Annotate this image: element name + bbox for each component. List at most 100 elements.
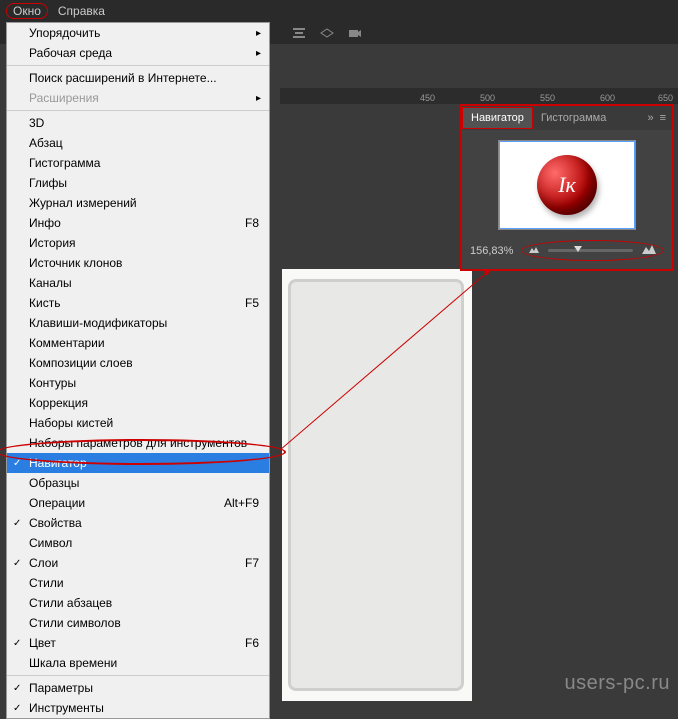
menu-label: Каналы xyxy=(29,276,72,290)
menu-info[interactable]: Инфо F8 xyxy=(7,213,269,233)
menu-tools[interactable]: Инструменты xyxy=(7,698,269,718)
menu-label: Инфо xyxy=(29,216,61,230)
menu-notes[interactable]: Комментарии xyxy=(7,333,269,353)
menu-tool-presets[interactable]: Наборы параметров для инструментов xyxy=(7,433,269,453)
menu-styles[interactable]: Стили xyxy=(7,573,269,593)
shortcut: F5 xyxy=(245,296,259,310)
menu-label: Источник клонов xyxy=(29,256,122,270)
menu-navigator[interactable]: Навигатор xyxy=(7,453,269,473)
menu-label: 3D xyxy=(29,116,44,130)
menu-label: Операции xyxy=(29,496,85,510)
menu-glyphs[interactable]: Глифы xyxy=(7,173,269,193)
menu-label: Контуры xyxy=(29,376,76,390)
shortcut: F8 xyxy=(245,216,259,230)
shortcut: F6 xyxy=(245,636,259,650)
navigator-viewport-box[interactable]: Iк xyxy=(499,141,635,229)
menu-adjustments[interactable]: Коррекция xyxy=(7,393,269,413)
menu-label: Стили абзацев xyxy=(29,596,112,610)
menu-label: Наборы кистей xyxy=(29,416,113,430)
menu-brush[interactable]: Кисть F5 xyxy=(7,293,269,313)
navigator-preview[interactable]: Iк xyxy=(498,140,636,230)
ruler-tick-label: 600 xyxy=(600,93,615,103)
menu-label: Композиции слоев xyxy=(29,356,133,370)
menu-label: Навигатор xyxy=(29,456,87,470)
zoom-value[interactable]: 156,83% xyxy=(470,245,513,257)
zoom-slider[interactable] xyxy=(548,249,633,252)
ruler-tick-label: 550 xyxy=(540,93,555,103)
zoom-in-icon[interactable] xyxy=(641,243,657,258)
menu-histogram[interactable]: Гистограмма xyxy=(7,153,269,173)
tab-navigator[interactable]: Навигатор xyxy=(462,107,533,129)
ruler-tick-label: 500 xyxy=(480,93,495,103)
menu-paths[interactable]: Контуры xyxy=(7,373,269,393)
menu-workspace[interactable]: Рабочая среда xyxy=(7,43,269,63)
menu-brush-presets[interactable]: Наборы кистей xyxy=(7,413,269,433)
menu-label: Комментарии xyxy=(29,336,105,350)
menu-options[interactable]: Параметры xyxy=(7,678,269,698)
menu-modifier-keys[interactable]: Клавиши-модификаторы xyxy=(7,313,269,333)
menu-label: Абзац xyxy=(29,136,63,150)
menu-label: Инструменты xyxy=(29,701,104,715)
menu-timeline[interactable]: Шкала времени xyxy=(7,653,269,673)
menu-label: Шкала времени xyxy=(29,656,117,670)
menu-label: Образцы xyxy=(29,476,79,490)
menu-label: Кисть xyxy=(29,296,60,310)
menu-browse-extensions[interactable]: Поиск расширений в Интернете... xyxy=(7,68,269,88)
menu-paragraph-styles[interactable]: Стили абзацев xyxy=(7,593,269,613)
menu-channels[interactable]: Каналы xyxy=(7,273,269,293)
menubar-help[interactable]: Справка xyxy=(58,4,105,18)
3d-mode-icon[interactable] xyxy=(318,24,336,42)
zoom-out-icon[interactable] xyxy=(528,244,540,257)
watermark: users-pc.ru xyxy=(564,672,670,695)
menu-label: Слои xyxy=(29,556,58,570)
ruler-tick-label: 650 xyxy=(658,93,673,103)
navigator-footer: 156,83% xyxy=(462,236,672,269)
menu-3d[interactable]: 3D xyxy=(7,113,269,133)
menu-label: Упорядочить xyxy=(29,26,100,40)
menu-character[interactable]: Символ xyxy=(7,533,269,553)
horizontal-ruler: 450 500 550 600 650 xyxy=(280,88,678,104)
navigator-panel: Навигатор Гистограмма » ≡ Iк 156,83% xyxy=(460,104,674,271)
menu-layers[interactable]: Слои F7 xyxy=(7,553,269,573)
shortcut: F7 xyxy=(245,556,259,570)
menu-label: Гистограмма xyxy=(29,156,100,170)
menu-label: Символ xyxy=(29,536,72,550)
menubar-window[interactable]: Окно xyxy=(6,3,48,19)
menu-color[interactable]: Цвет F6 xyxy=(7,633,269,653)
menubar: Окно Справка xyxy=(0,0,678,22)
menu-actions[interactable]: Операции Alt+F9 xyxy=(7,493,269,513)
zoom-slider-handle[interactable] xyxy=(574,246,582,252)
menu-swatches[interactable]: Образцы xyxy=(7,473,269,493)
shortcut: Alt+F9 xyxy=(224,496,259,510)
menu-label: Свойства xyxy=(29,516,82,530)
panel-menu-icon[interactable]: ≡ xyxy=(660,112,666,124)
canvas-object xyxy=(288,279,464,691)
menu-label: Поиск расширений в Интернете... xyxy=(29,71,217,85)
menu-label: Глифы xyxy=(29,176,67,190)
menu-clone-source[interactable]: Источник клонов xyxy=(7,253,269,273)
menu-label: История xyxy=(29,236,76,250)
menu-arrange[interactable]: Упорядочить xyxy=(7,23,269,43)
camera-icon[interactable] xyxy=(346,24,364,42)
menu-paragraph[interactable]: Абзац xyxy=(7,133,269,153)
menu-character-styles[interactable]: Стили символов xyxy=(7,613,269,633)
menu-label: Коррекция xyxy=(29,396,88,410)
menu-properties[interactable]: Свойства xyxy=(7,513,269,533)
menu-separator xyxy=(7,675,269,676)
menu-label: Рабочая среда xyxy=(29,46,112,60)
tab-histogram[interactable]: Гистограмма xyxy=(533,108,615,128)
menu-separator xyxy=(7,110,269,111)
window-menu-dropdown: Упорядочить Рабочая среда Поиск расширен… xyxy=(6,22,270,719)
menu-label: Наборы параметров для инструментов xyxy=(29,436,247,450)
menu-label: Цвет xyxy=(29,636,56,650)
menu-extensions: Расширения xyxy=(7,88,269,108)
expand-icon[interactable]: » xyxy=(647,112,653,124)
menu-label: Журнал измерений xyxy=(29,196,137,210)
align-icon[interactable] xyxy=(290,24,308,42)
menu-label: Расширения xyxy=(29,91,99,105)
menu-label: Стили символов xyxy=(29,616,121,630)
menu-layer-comps[interactable]: Композиции слоев xyxy=(7,353,269,373)
menu-measurement-log[interactable]: Журнал измерений xyxy=(7,193,269,213)
menu-history[interactable]: История xyxy=(7,233,269,253)
menu-label: Стили xyxy=(29,576,64,590)
